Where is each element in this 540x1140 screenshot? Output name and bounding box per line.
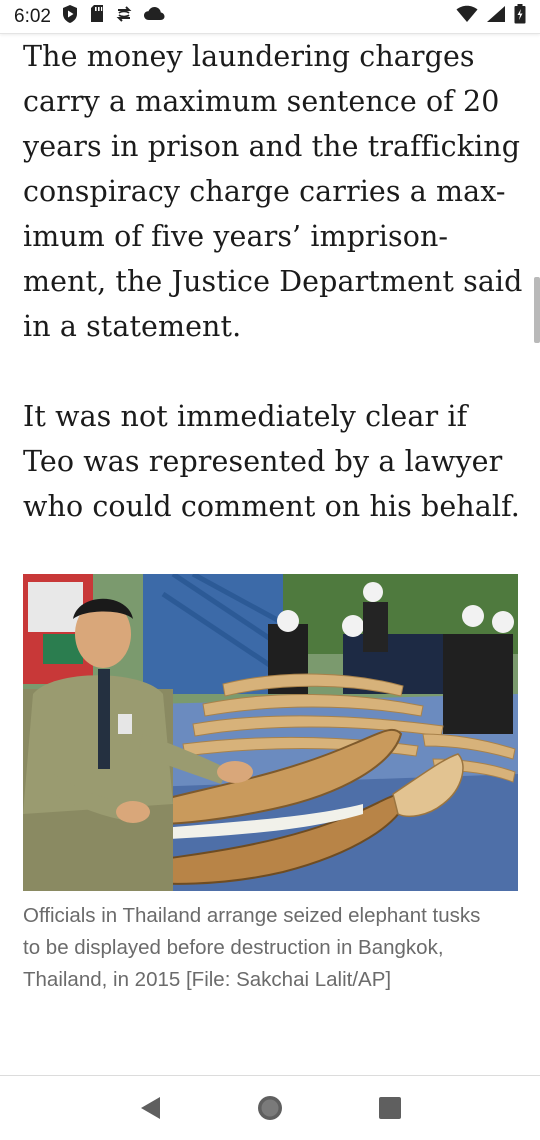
sd-card-icon	[89, 4, 105, 29]
elephant-tusks-photo	[23, 574, 518, 891]
scrollbar-thumb[interactable]	[534, 277, 540, 343]
cloud-icon	[143, 6, 165, 28]
home-icon	[258, 1096, 282, 1120]
recents-button[interactable]	[370, 1088, 410, 1128]
back-icon	[141, 1097, 160, 1119]
article-image[interactable]	[23, 574, 518, 891]
article-paragraph: The money laundering charges carry a max…	[23, 40, 523, 343]
battery-icon	[514, 3, 526, 30]
status-right-icons	[456, 3, 526, 30]
sync-icon	[115, 4, 133, 30]
recents-icon	[379, 1097, 401, 1119]
image-caption: Officials in Thailand arrange seized ele…	[23, 904, 481, 991]
navigation-bar	[0, 1075, 540, 1140]
status-bar: 6:02	[0, 0, 540, 34]
shield-play-icon	[61, 4, 79, 30]
wifi-icon	[456, 5, 478, 29]
status-left-icons	[61, 4, 165, 30]
status-time: 6:02	[14, 5, 51, 27]
article-paragraph: It was not immediately clear if Teo was …	[23, 400, 520, 523]
home-button[interactable]	[250, 1088, 290, 1128]
signal-icon	[486, 5, 506, 29]
back-button[interactable]	[130, 1088, 170, 1128]
